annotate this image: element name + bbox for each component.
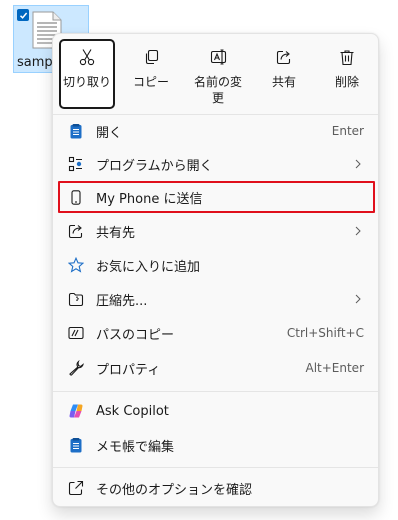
notepad-icon: [68, 437, 84, 453]
menu-item-add-to-favorites[interactable]: お気に入りに追加: [58, 249, 375, 281]
menu-item-ask-copilot[interactable]: Ask Copilot: [58, 395, 375, 427]
scissors-icon: [79, 48, 95, 66]
notepad-icon: [68, 123, 84, 139]
shortcut-text: Ctrl+Shift+C: [286, 326, 364, 340]
copy-button[interactable]: コピー: [121, 39, 181, 109]
more-options-icon: [68, 480, 84, 496]
menu-item-send-to-my-phone[interactable]: My Phone に送信: [58, 181, 375, 213]
menu-item-open[interactable]: 開く Enter: [58, 115, 375, 147]
menu-item-label: パスのコピー: [96, 327, 175, 343]
file-name: samp: [17, 55, 53, 70]
desktop: samp 切り取り コピー 名前の変更 共有 削除 開く Enter プログラム…: [0, 0, 398, 520]
copilot-icon: [68, 403, 84, 419]
share-button[interactable]: 共有: [256, 39, 312, 109]
shortcut-text: Alt+Enter: [305, 361, 364, 375]
menu-item-label: My Phone に送信: [96, 191, 203, 207]
path-icon: [68, 325, 84, 341]
menu-item-properties[interactable]: プロパティ Alt+Enter: [58, 352, 375, 384]
rename-icon: [210, 48, 227, 66]
chevron-right-icon: [355, 226, 361, 236]
phone-icon: [68, 189, 84, 205]
menu-item-label: Ask Copilot: [96, 403, 169, 419]
menu-item-edit-in-notepad[interactable]: メモ帳で編集: [58, 429, 375, 461]
context-menu: 切り取り コピー 名前の変更 共有 削除 開く Enter プログラムから開く …: [52, 33, 379, 507]
menu-toolbar: 切り取り コピー 名前の変更 共有 削除: [58, 39, 375, 109]
star-icon: [68, 257, 84, 273]
checkbox-icon[interactable]: [17, 9, 29, 21]
menu-item-label: 共有先: [96, 225, 136, 241]
share-to-icon: [68, 223, 84, 239]
copy-label: コピー: [132, 75, 169, 89]
menu-item-label: お気に入りに追加: [96, 259, 201, 275]
menu-item-show-more-options[interactable]: その他のオプションを確認: [58, 472, 375, 504]
chevron-right-icon: [355, 159, 361, 169]
rename-button[interactable]: 名前の変更: [188, 39, 248, 109]
separator: [53, 467, 378, 468]
zip-icon: [68, 291, 84, 307]
menu-item-copy-as-path[interactable]: パスのコピー Ctrl+Shift+C: [58, 317, 375, 349]
menu-item-label: メモ帳で編集: [96, 439, 175, 455]
menu-item-compress-to[interactable]: 圧縮先...: [58, 283, 375, 315]
menu-item-label: プログラムから開く: [96, 158, 213, 174]
menu-item-share-to[interactable]: 共有先: [58, 215, 375, 247]
wrench-icon: [68, 360, 84, 376]
menu-item-label: 開く: [96, 125, 123, 141]
share-icon: [276, 48, 292, 66]
menu-item-label: プロパティ: [96, 362, 161, 378]
menu-item-label: 圧縮先...: [96, 293, 148, 309]
shortcut-text: Enter: [331, 124, 364, 138]
trash-icon: [339, 48, 355, 66]
copy-icon: [143, 48, 159, 66]
rename-label: 名前の変更: [193, 75, 242, 105]
share-label: 共有: [271, 75, 296, 89]
chevron-right-icon: [355, 294, 361, 304]
separator: [53, 391, 378, 392]
delete-button[interactable]: 削除: [320, 39, 374, 109]
delete-label: 削除: [334, 75, 359, 89]
open-with-icon: [68, 156, 84, 172]
cut-label: 切り取り: [62, 75, 111, 89]
menu-item-label: その他のオプションを確認: [96, 482, 253, 498]
cut-button[interactable]: 切り取り: [59, 39, 115, 109]
menu-item-open-with[interactable]: プログラムから開く: [58, 148, 375, 180]
